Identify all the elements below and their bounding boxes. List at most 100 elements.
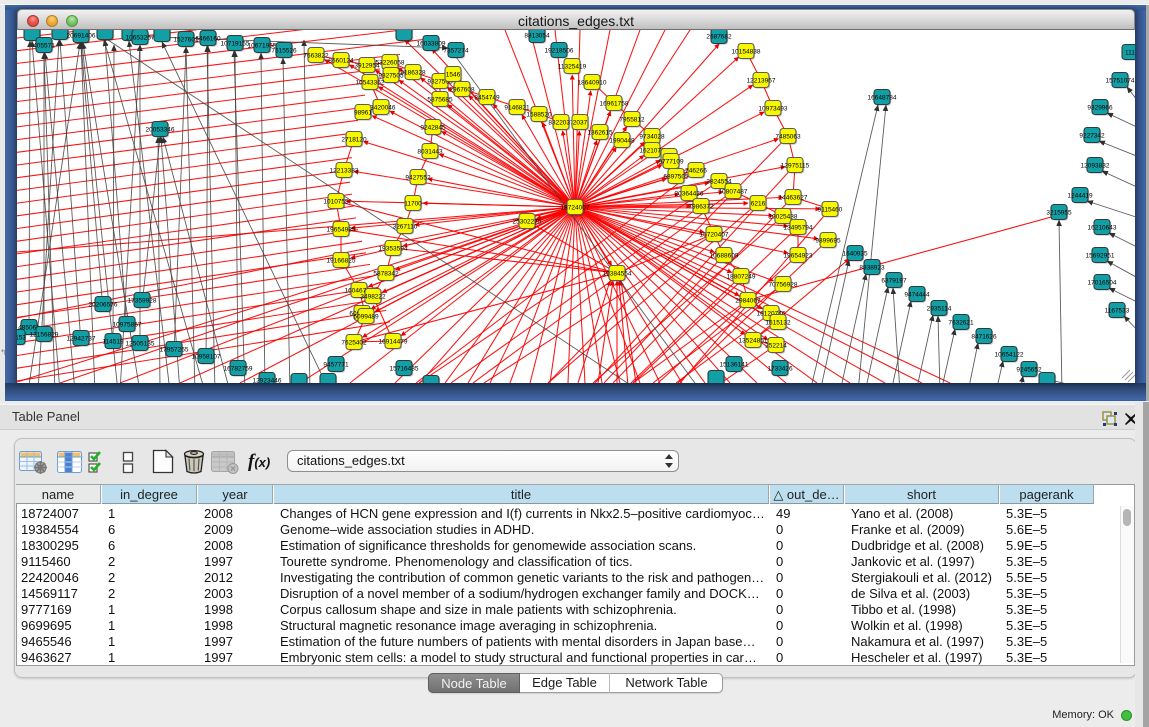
svg-text:6099489: 6099489 [353, 313, 379, 320]
svg-text:17016504: 17016504 [1088, 279, 1117, 286]
svg-text:9329966: 9329966 [1087, 104, 1113, 111]
svg-text:13524851: 13524851 [739, 337, 768, 344]
svg-text:1362615: 1362615 [587, 129, 613, 136]
svg-text:252214: 252214 [765, 342, 787, 349]
svg-text:1615132: 1615132 [765, 319, 791, 326]
svg-text:2037: 2037 [573, 119, 588, 126]
svg-text:8454749: 8454749 [474, 94, 500, 101]
svg-text:19166825: 19166825 [327, 257, 356, 264]
svg-text:8322037: 8322037 [548, 119, 574, 126]
svg-text:2687682: 2687682 [706, 33, 732, 40]
svg-text:8813054: 8813054 [524, 32, 550, 39]
svg-text:7357274: 7357274 [443, 47, 469, 54]
svg-text:10654122: 10654122 [995, 351, 1024, 358]
svg-text:9242845: 9242845 [420, 124, 446, 131]
svg-text:746266: 746266 [685, 167, 707, 174]
svg-text:53226058: 53226058 [376, 59, 405, 66]
svg-text:5875685: 5875685 [427, 96, 453, 103]
svg-text:19654923: 19654923 [784, 252, 813, 259]
svg-text:17359928: 17359928 [128, 297, 157, 304]
svg-text:13495794: 13495794 [784, 224, 813, 231]
svg-text:15136141: 15136141 [720, 361, 749, 368]
svg-text:111: 111 [1125, 49, 1135, 56]
svg-text:19654985: 19654985 [327, 226, 356, 233]
svg-text:3215955: 3215955 [1046, 209, 1072, 216]
svg-text:9227342: 9227342 [1079, 132, 1105, 139]
svg-text:6897505: 6897505 [663, 173, 689, 180]
svg-text:7625402: 7625402 [341, 339, 367, 346]
svg-text:10154838: 10154838 [732, 48, 761, 55]
svg-text:6466160: 6466160 [195, 35, 221, 42]
svg-text:8938923: 8938923 [859, 264, 885, 271]
svg-text:8186328: 8186328 [400, 69, 426, 76]
svg-text:9777109: 9777109 [658, 158, 684, 165]
svg-text:16648784: 16648784 [868, 94, 897, 101]
svg-text:9115460: 9115460 [818, 206, 843, 213]
svg-text:8031443: 8031443 [417, 148, 443, 155]
svg-text:405571: 405571 [33, 42, 55, 49]
svg-text:98961: 98961 [354, 109, 372, 116]
svg-text:6216: 6216 [751, 200, 766, 207]
svg-text:10958107: 10958107 [192, 353, 221, 360]
svg-text:7485063: 7485063 [775, 133, 801, 140]
svg-text:17957265: 17957265 [160, 346, 189, 353]
svg-text:15716485: 15716485 [390, 365, 419, 372]
svg-text:10543362: 10543362 [356, 79, 385, 86]
svg-text:10973493: 10973493 [759, 105, 788, 112]
svg-text:11700: 11700 [404, 200, 422, 207]
svg-text:7515526: 7515526 [271, 47, 297, 54]
svg-text:1990448: 1990448 [609, 137, 635, 144]
svg-text:16961758: 16961758 [600, 100, 629, 107]
svg-text:9899695: 9899695 [815, 237, 841, 244]
svg-text:16914479: 16914479 [379, 338, 408, 345]
svg-text:20206576: 20206576 [89, 301, 118, 308]
svg-text:8471626: 8471626 [971, 333, 997, 340]
svg-text:12505135: 12505135 [126, 340, 155, 347]
svg-text:10688609: 10688609 [710, 252, 739, 259]
svg-text:18807249: 18807249 [727, 273, 756, 280]
svg-text:2935114: 2935114 [927, 305, 952, 312]
svg-text:20364436: 20364436 [675, 190, 704, 197]
svg-text:19218506: 19218506 [545, 47, 574, 54]
svg-text:10719155: 10719155 [221, 40, 250, 47]
svg-text:16782759: 16782759 [224, 365, 253, 372]
svg-text:2984067: 2984067 [735, 297, 761, 304]
svg-text:19384554: 19384554 [603, 270, 632, 277]
svg-text:20053346: 20053346 [146, 126, 175, 133]
svg-text:12156829: 12156829 [30, 331, 59, 338]
svg-text:2718120: 2718120 [341, 136, 367, 143]
svg-text:15692951: 15692951 [1086, 252, 1115, 259]
svg-text:114519: 114519 [102, 338, 124, 345]
svg-text:70756928: 70756928 [769, 281, 798, 288]
svg-text:6379197: 6379197 [881, 277, 907, 284]
svg-text:12213967: 12213967 [747, 77, 776, 84]
svg-text:16210643: 16210643 [1088, 224, 1117, 231]
svg-text:12942737: 12942737 [67, 335, 96, 342]
svg-text:18640910: 18640910 [578, 79, 607, 86]
svg-text:1640935: 1640935 [842, 250, 868, 257]
svg-text:8660124: 8660124 [328, 57, 354, 64]
svg-text:15751074: 15751074 [1106, 77, 1135, 84]
svg-text:1733426: 1733426 [767, 365, 793, 372]
svg-text:7632621: 7632621 [948, 319, 974, 326]
svg-text:7663822: 7663822 [303, 52, 329, 59]
svg-text:9427552: 9427552 [405, 174, 431, 181]
svg-text:5878342: 5878342 [373, 270, 399, 277]
svg-text:12923446: 12923446 [253, 377, 282, 383]
svg-text:9457771: 9457771 [323, 361, 349, 368]
svg-text:39153: 39153 [17, 334, 26, 341]
svg-text:1167533: 1167533 [1105, 307, 1130, 314]
svg-text:10975867: 10975867 [113, 321, 142, 328]
svg-text:9146821: 9146821 [504, 104, 530, 111]
svg-text:12213383: 12213383 [330, 167, 359, 174]
svg-text:19353594: 19353594 [379, 245, 408, 252]
svg-text:16033809: 16033809 [417, 40, 446, 47]
svg-text:10807487: 10807487 [719, 188, 748, 195]
svg-text:12093832: 12093832 [1081, 162, 1110, 169]
svg-text:1010755: 1010755 [323, 198, 349, 205]
svg-text:3267110: 3267110 [393, 223, 418, 230]
svg-text:25302275: 25302275 [513, 218, 542, 225]
svg-text:14463627: 14463627 [779, 194, 808, 201]
svg-text:1546: 1546 [446, 71, 461, 78]
svg-text:12975115: 12975115 [781, 162, 810, 169]
